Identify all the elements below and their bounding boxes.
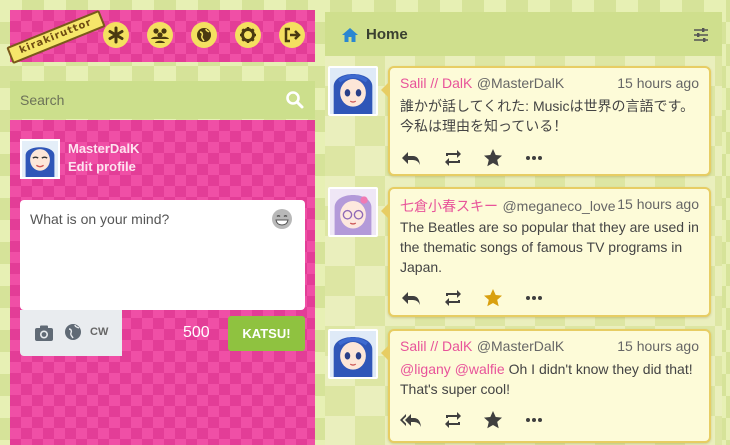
compose-textarea[interactable]: What is on your mind? (20, 200, 305, 310)
status-avatar[interactable] (328, 329, 378, 379)
column-settings-icon[interactable] (692, 26, 710, 44)
status-account[interactable]: @MasterDalK (477, 338, 564, 354)
compose-toolbar: CW (20, 310, 122, 356)
status-actions (400, 287, 560, 309)
status-actions (400, 147, 560, 169)
compose-panel: MasterDalK Edit profile What is on your … (10, 120, 315, 445)
asterisk-icon[interactable] (105, 24, 127, 46)
avatar[interactable] (20, 139, 60, 179)
boost-icon[interactable] (442, 287, 464, 309)
status-display-name[interactable]: Salil // DalK (400, 338, 472, 354)
status-account[interactable]: @MasterDalK (477, 75, 564, 91)
status-display-name[interactable]: Salil // DalK (400, 75, 472, 91)
cw-toggle[interactable]: CW (90, 326, 108, 338)
mention-link[interactable]: @ligany (400, 361, 451, 377)
boost-icon[interactable] (442, 409, 464, 431)
status-content: 誰かが話してくれた: Musicは世界の言語です。今私は理由を知っている！ (400, 98, 695, 134)
more-icon[interactable] (523, 287, 545, 309)
globe-icon[interactable] (193, 24, 215, 46)
logout-icon[interactable] (281, 24, 303, 46)
column-header[interactable]: Home (325, 12, 722, 56)
gear-icon[interactable] (237, 24, 259, 46)
timeline[interactable]: Salil // DalK @MasterDalK 15 hours ago 誰… (325, 56, 722, 445)
status-content: The Beatles are so popular that they are… (400, 219, 699, 275)
more-icon[interactable] (523, 409, 545, 431)
status-display-name[interactable]: 七倉小春スキー (400, 198, 498, 214)
home-column: Home Salil // DalK @MasterDalK 15 hours … (325, 12, 722, 445)
character-counter: 500 (183, 324, 210, 341)
status-timestamp[interactable]: 15 hours ago (617, 338, 699, 354)
favourite-star-icon[interactable] (482, 147, 504, 169)
more-icon[interactable] (523, 147, 545, 169)
status-timestamp[interactable]: 15 hours ago (617, 75, 699, 91)
search-bar: Search (10, 81, 315, 119)
status-header: Salil // DalK @MasterDalK 15 hours ago (400, 75, 699, 93)
edit-profile-link[interactable]: Edit profile (68, 159, 136, 174)
profile-username[interactable]: MasterDalK (68, 141, 140, 156)
visibility-globe-icon[interactable] (64, 323, 82, 341)
emoji-icon[interactable] (271, 208, 293, 230)
mention-link[interactable]: @walfie (455, 361, 505, 377)
reply-icon[interactable] (400, 287, 422, 309)
status-item[interactable]: 七倉小春スキー @meganeco_love 15 hours ago The … (325, 187, 722, 319)
favourite-star-icon[interactable] (482, 409, 504, 431)
status-avatar[interactable] (328, 66, 378, 116)
reply-icon[interactable] (400, 147, 422, 169)
status-item[interactable]: Salil // DalK @MasterDalK 15 hours ago @… (325, 329, 722, 445)
users-icon[interactable] (149, 24, 171, 46)
compose-placeholder: What is on your mind? (30, 211, 170, 227)
compose-column: kirakiruttor Search MasterDalK Edit prof… (6, 9, 315, 445)
status-item[interactable]: Salil // DalK @MasterDalK 15 hours ago 誰… (325, 66, 722, 178)
status-card[interactable]: 七倉小春スキー @meganeco_love 15 hours ago The … (381, 187, 711, 317)
camera-icon[interactable] (34, 323, 54, 343)
status-timestamp[interactable]: 15 hours ago (617, 196, 699, 212)
favourite-star-icon-active[interactable] (482, 287, 504, 309)
status-content: @ligany @walfie Oh I didn't know they di… (400, 359, 700, 399)
status-card[interactable]: Salil // DalK @MasterDalK 15 hours ago @… (381, 329, 711, 443)
search-input[interactable]: Search (20, 92, 64, 108)
column-title: Home (366, 26, 408, 43)
status-avatar[interactable] (328, 187, 378, 237)
boost-icon[interactable] (442, 147, 464, 169)
status-card[interactable]: Salil // DalK @MasterDalK 15 hours ago 誰… (381, 66, 711, 176)
nav-bar: kirakiruttor (6, 9, 315, 65)
status-header: Salil // DalK @MasterDalK 15 hours ago (400, 338, 699, 356)
status-actions (400, 409, 560, 431)
home-icon (341, 26, 359, 44)
search-icon[interactable] (285, 90, 305, 110)
status-account[interactable]: @meganeco_love (502, 198, 615, 214)
status-header: 七倉小春スキー @meganeco_love 15 hours ago (400, 196, 699, 214)
reply-all-icon[interactable] (400, 409, 422, 431)
app-logo[interactable]: kirakiruttor (6, 9, 106, 65)
submit-button[interactable]: KATSU! (228, 316, 305, 351)
